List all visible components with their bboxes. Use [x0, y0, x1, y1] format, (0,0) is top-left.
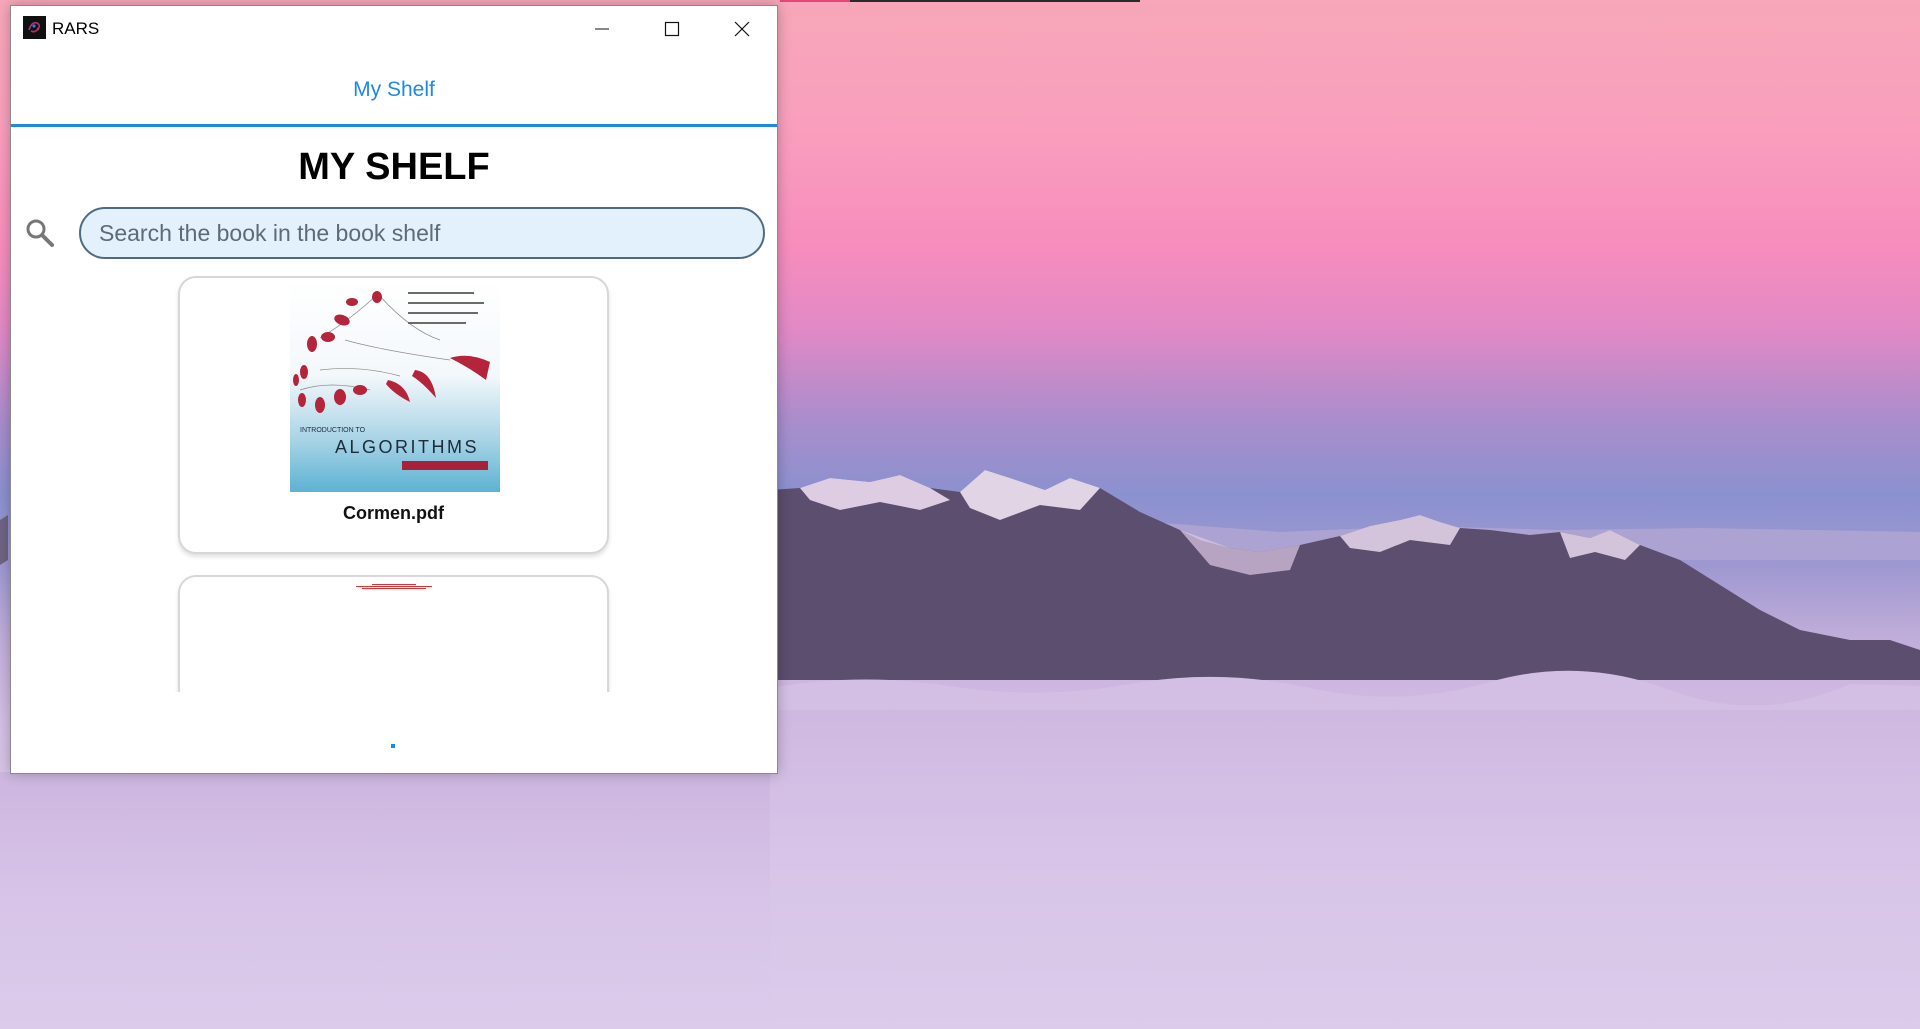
close-button[interactable]	[707, 6, 777, 51]
search-icon[interactable]	[24, 217, 56, 249]
book-card[interactable]	[178, 575, 609, 692]
taskbar-edge-accent	[780, 0, 850, 2]
book-cover-prefix: INTRODUCTION TO	[300, 427, 366, 434]
tab-bar: My Shelf	[11, 51, 777, 127]
close-icon	[734, 21, 750, 36]
maximize-icon	[664, 21, 680, 36]
maximize-button[interactable]	[637, 6, 707, 51]
page-title: MY SHELF	[298, 146, 490, 188]
book-cover-image: INTRODUCTION TO ALGORITHMS	[290, 280, 500, 492]
search-input[interactable]	[79, 207, 765, 259]
window-title: RARS	[52, 19, 100, 38]
loading-indicator	[391, 744, 395, 748]
minimize-button[interactable]	[567, 6, 637, 51]
book-cover-title: ALGORITHMS	[335, 437, 479, 457]
book-cover-image	[180, 583, 607, 589]
minimize-icon	[595, 28, 609, 29]
rars-app-icon	[23, 16, 46, 39]
rars-window: RARS My Shelf MY SHELF Search the book i…	[10, 5, 778, 774]
title-bar[interactable]: RARS	[11, 6, 777, 51]
book-card[interactable]: INTRODUCTION TO ALGORITHMS Cormen.pdf	[178, 276, 609, 554]
book-shelf-list[interactable]: INTRODUCTION TO ALGORITHMS Cormen.pdf	[11, 274, 777, 692]
tab-my-shelf[interactable]: My Shelf	[11, 78, 777, 102]
book-file-name: Cormen.pdf	[343, 503, 444, 523]
